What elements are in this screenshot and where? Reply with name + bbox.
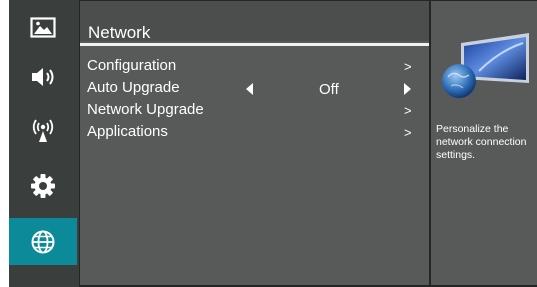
chevron-right-icon: > <box>404 103 412 118</box>
menu-item-auto-upgrade[interactable]: Auto Upgrade Off <box>80 79 429 100</box>
network-menu-panel: Network Configuration > Auto Upgrade Off… <box>80 1 429 285</box>
sidebar-item-channel[interactable] <box>9 107 77 154</box>
menu-item-label: Auto Upgrade <box>87 79 180 96</box>
sidebar-item-sound[interactable] <box>9 53 77 100</box>
network-illustration-icon <box>442 33 529 98</box>
arrow-left-icon[interactable] <box>246 83 253 95</box>
sidebar-item-network[interactable] <box>9 218 77 265</box>
speaker-icon <box>32 67 54 86</box>
sidebar-item-picture[interactable] <box>9 4 77 51</box>
menu-item-configuration[interactable]: Configuration > <box>80 57 429 78</box>
title-bar: Network <box>80 1 429 42</box>
menu-item-label: Applications <box>87 123 168 140</box>
gear-icon <box>31 173 55 198</box>
chevron-right-icon: > <box>404 125 412 140</box>
menu-item-network-upgrade[interactable]: Network Upgrade > <box>80 101 429 122</box>
arrow-right-icon[interactable] <box>404 83 411 95</box>
help-description: Personalize the network connection setti… <box>436 123 527 161</box>
page-title: Network <box>88 23 151 42</box>
broadcast-icon <box>32 119 54 142</box>
sidebar-item-setup[interactable] <box>9 162 77 209</box>
title-divider <box>80 43 429 46</box>
menu-item-applications[interactable]: Applications > <box>80 123 429 144</box>
menu-item-label: Configuration <box>87 57 177 74</box>
settings-sidebar <box>9 0 79 287</box>
chevron-right-icon: > <box>404 59 412 74</box>
globe-icon <box>31 230 55 253</box>
menu-item-label: Network Upgrade <box>87 101 204 118</box>
auto-upgrade-value: Off <box>319 81 339 98</box>
picture-icon <box>30 17 56 38</box>
help-panel: Personalize the network connection setti… <box>431 1 537 285</box>
